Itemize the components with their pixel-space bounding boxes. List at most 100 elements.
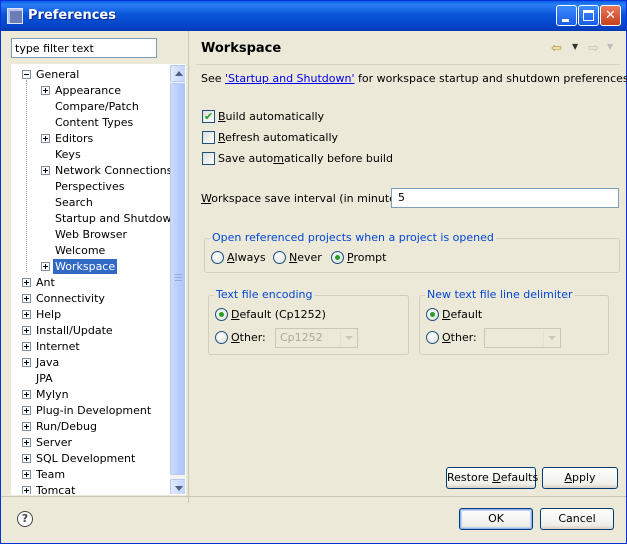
tree-item-connectivity[interactable]: Connectivity	[12, 291, 170, 306]
expand-icon[interactable]	[22, 422, 31, 431]
tree-item-web-browser[interactable]: Web Browser	[12, 227, 170, 242]
open-projects-legend: Open referenced projects when a project …	[210, 231, 496, 244]
tree-item-label: Compare/Patch	[55, 100, 139, 113]
close-button[interactable]: ✕	[600, 5, 621, 26]
delimiter-other-circle[interactable]	[426, 331, 439, 344]
tree-item-sql-development[interactable]: SQL Development	[12, 451, 170, 466]
preferences-app-icon	[7, 8, 23, 24]
tree-item-keys[interactable]: Keys	[12, 147, 170, 162]
back-arrow-icon[interactable]: ⇦	[551, 42, 562, 55]
tree-item-server[interactable]: Server	[12, 435, 170, 450]
expand-icon[interactable]	[22, 390, 31, 399]
expand-icon[interactable]	[22, 310, 31, 319]
pane-divider[interactable]	[188, 31, 189, 503]
preference-tree: General Appearance Compare/Patch Content Ty…	[11, 64, 186, 495]
expand-icon[interactable]	[22, 358, 31, 367]
expand-icon[interactable]	[22, 294, 31, 303]
tree-item-network-connections[interactable]: Network Connections	[12, 163, 170, 178]
expand-icon[interactable]	[22, 486, 31, 494]
expand-icon[interactable]	[22, 326, 31, 335]
minimize-button[interactable]	[556, 5, 577, 26]
ok-button[interactable]: OK	[459, 508, 533, 530]
encoding-other-circle[interactable]	[215, 331, 228, 344]
cancel-button[interactable]: Cancel	[540, 508, 614, 530]
tree-item-label: Connectivity	[36, 292, 105, 305]
tree-item-appearance[interactable]: Appearance	[12, 83, 170, 98]
encoding-default-circle[interactable]	[215, 308, 228, 321]
expand-icon[interactable]	[22, 438, 31, 447]
encoding-other-combo: Cp1252	[275, 328, 358, 348]
radio-always-circle[interactable]	[211, 251, 224, 264]
save-interval-input[interactable]: 5	[391, 188, 619, 208]
radio-prompt-label: Prompt	[347, 251, 387, 264]
filter-input[interactable]	[11, 38, 157, 58]
tree-item-search[interactable]: Search	[12, 195, 170, 210]
refresh-automatically-box[interactable]	[202, 131, 215, 144]
tree-item-plug-in-development[interactable]: Plug-in Development	[12, 403, 170, 418]
expand-icon[interactable]	[41, 166, 50, 175]
tree-item-label: Content Types	[55, 116, 134, 129]
radio-prompt-circle[interactable]	[331, 251, 344, 264]
expand-icon[interactable]	[22, 278, 31, 287]
line-delimiter-legend: New text file line delimiter	[425, 288, 575, 301]
startup-info-text: See 'Startup and Shutdown' for workspace…	[201, 72, 627, 85]
thumb-grip-icon	[175, 274, 182, 275]
tree-item-welcome[interactable]: Welcome	[12, 243, 170, 258]
delimiter-default-label: Default	[442, 308, 483, 321]
see-suffix: for workspace startup and shutdown prefe…	[354, 72, 627, 85]
expand-icon[interactable]	[22, 470, 31, 479]
tree-item-label: Startup and Shutdown	[55, 212, 170, 225]
tree-item-team[interactable]: Team	[12, 467, 170, 482]
build-automatically-box[interactable]	[202, 109, 215, 124]
tree-scrollbar[interactable]	[170, 65, 185, 494]
tree-item-install-update[interactable]: Install/Update	[12, 323, 170, 338]
save-before-build-box[interactable]	[202, 152, 215, 165]
tree-item-label: Install/Update	[36, 324, 113, 337]
expand-icon[interactable]	[22, 454, 31, 463]
tree-item-content-types[interactable]: Content Types	[12, 115, 170, 130]
tree-item-help[interactable]: Help	[12, 307, 170, 322]
radio-never-circle[interactable]	[273, 251, 286, 264]
expand-icon[interactable]	[22, 406, 31, 415]
tree-item-mylyn[interactable]: Mylyn	[12, 387, 170, 402]
scroll-up-icon	[175, 71, 183, 76]
tree-item-ant[interactable]: Ant	[12, 275, 170, 290]
scroll-thumb[interactable]	[170, 83, 185, 475]
text-encoding-group: Text file encoding Default (Cp1252) Othe…	[208, 288, 409, 355]
delimiter-other-combo	[484, 328, 561, 348]
collapse-icon[interactable]	[22, 70, 31, 79]
title-bar[interactable]: Preferences ✕	[1, 1, 626, 31]
tree-item-label: Ant	[36, 276, 55, 289]
scroll-up-button[interactable]	[170, 65, 185, 82]
expand-icon[interactable]	[22, 342, 31, 351]
tree-item-editors[interactable]: Editors	[12, 131, 170, 146]
expand-icon[interactable]	[41, 86, 50, 95]
tree-item-compare-patch[interactable]: Compare/Patch	[12, 99, 170, 114]
tree-item-startup-and-shutdown[interactable]: Startup and Shutdown	[12, 211, 170, 226]
tree-item-workspace[interactable]: Workspace	[12, 259, 170, 274]
tree-item-label: Web Browser	[55, 228, 128, 241]
maximize-button[interactable]	[578, 5, 599, 26]
back-history-dropdown-icon[interactable]: ▼	[572, 42, 578, 51]
tree-item-internet[interactable]: Internet	[12, 339, 170, 354]
delimiter-default-circle[interactable]	[426, 308, 439, 321]
help-icon[interactable]: ?	[17, 511, 33, 527]
delimiter-other-label: Other:	[442, 331, 477, 344]
expand-icon[interactable]	[41, 134, 50, 143]
tree-item-label: Team	[36, 468, 66, 481]
expand-icon[interactable]	[41, 262, 50, 271]
scroll-down-icon	[175, 486, 183, 491]
apply-button[interactable]: Apply	[542, 467, 618, 489]
scroll-down-button[interactable]	[170, 479, 185, 494]
tree-item-general[interactable]: General	[12, 67, 170, 82]
preferences-window: Preferences ✕ General Appearance Compare/P…	[0, 0, 627, 544]
tree-item-perspectives[interactable]: Perspectives	[12, 179, 170, 194]
tree-item-tomcat[interactable]: Tomcat	[12, 483, 170, 494]
tree-item-label: Appearance	[55, 84, 122, 97]
tree-item-jpa[interactable]: JPA	[12, 371, 170, 386]
restore-defaults-button[interactable]: Restore Defaults	[446, 467, 538, 489]
startup-shutdown-link[interactable]: 'Startup and Shutdown'	[225, 72, 354, 85]
save-interval-label: Workspace save interval (in minutes):	[201, 192, 410, 205]
tree-item-java[interactable]: Java	[12, 355, 170, 370]
tree-item-run-debug[interactable]: Run/Debug	[12, 419, 170, 434]
